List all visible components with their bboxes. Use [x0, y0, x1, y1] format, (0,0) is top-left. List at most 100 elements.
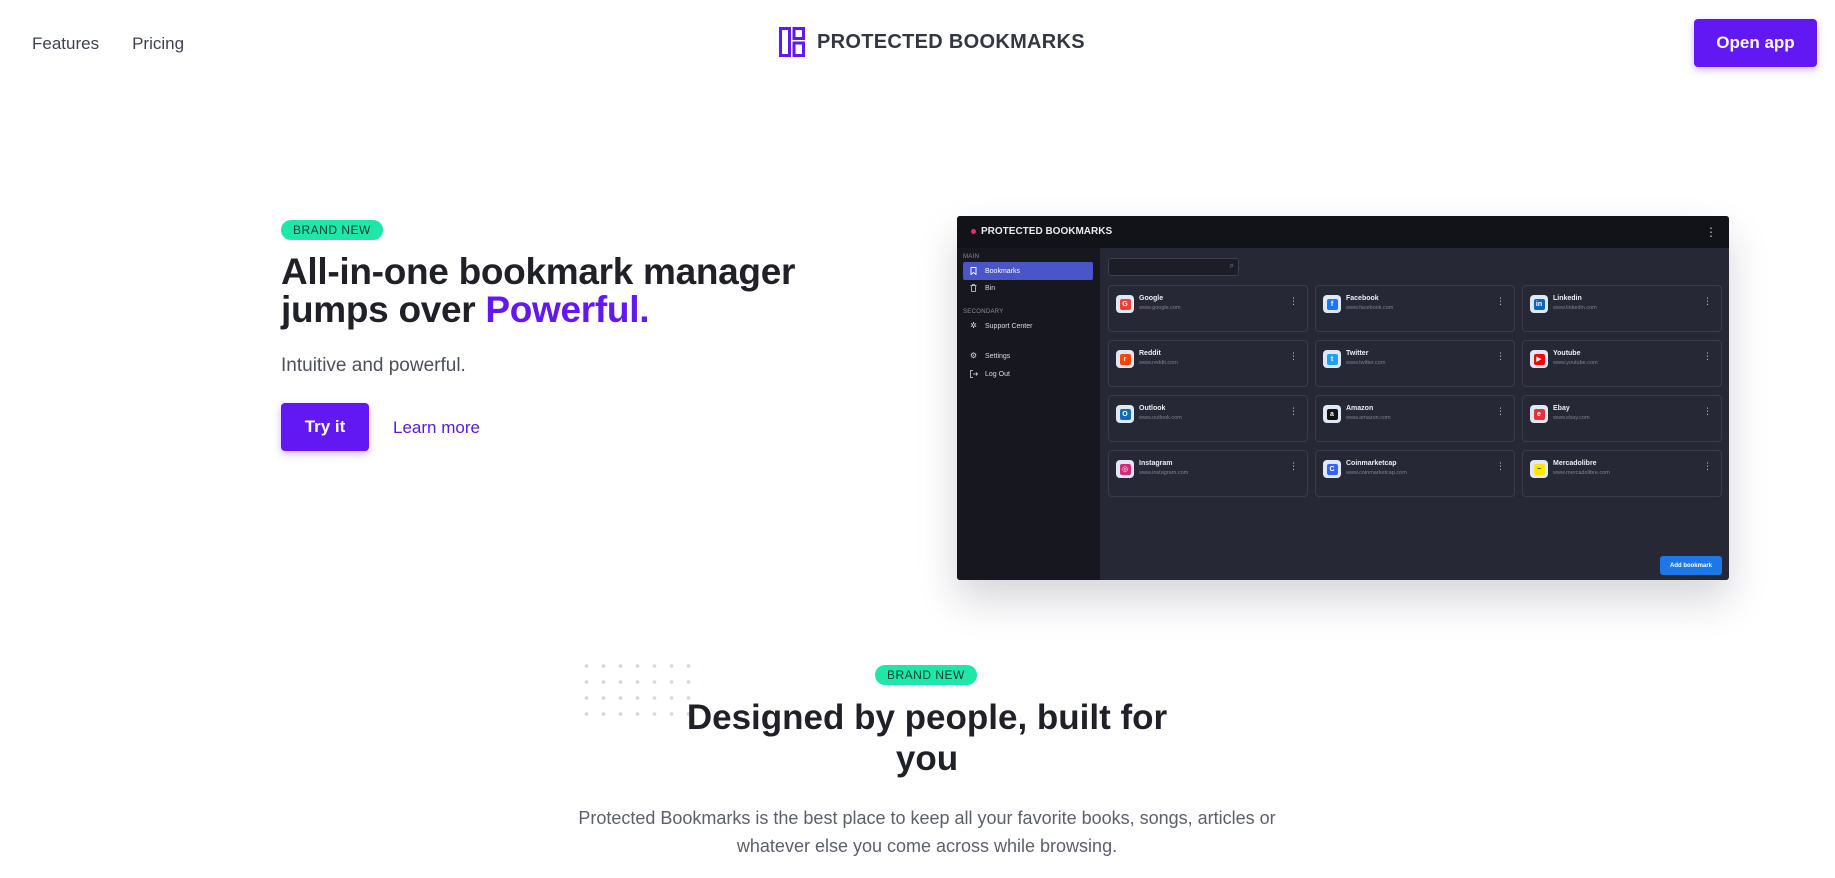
bookmark-name: Coinmarketcap — [1346, 460, 1397, 467]
preview-menu-kebab-icon: ⋮ — [1705, 225, 1717, 239]
bookmark-name: Amazon — [1346, 405, 1374, 412]
preview-sidebar: MAIN Bookmarks Bin SECONDARY ✲ Support C… — [957, 248, 1100, 580]
bookmark-url: www.amazon.com — [1346, 415, 1391, 421]
bookmark-logo-icon: ◎ — [1116, 460, 1134, 478]
bookmark-name: Mercadolibre — [1553, 460, 1597, 467]
more-options-icon: ⋮ — [1703, 406, 1712, 416]
preview-brand: PROTECTED BOOKMARKS — [971, 226, 1112, 237]
bookmark-logo-icon: in — [1530, 295, 1548, 313]
more-options-icon: ⋮ — [1496, 461, 1505, 471]
preview-add-bookmark-button: Add bookmark — [1660, 556, 1722, 575]
brand-logo[interactable]: PROTECTED BOOKMARKS — [779, 27, 1085, 57]
bookmark-url: www.ebay.com — [1553, 415, 1590, 421]
preview-bookmark-card: G Google www.google.com ⋮ — [1108, 285, 1308, 332]
hero-title: All-in-one bookmark manager jumps over P… — [281, 253, 795, 329]
more-options-icon: ⋮ — [1703, 296, 1712, 306]
bookmark-url: www.twitter.com — [1346, 360, 1386, 366]
preview-bookmark-card: in Linkedin www.linkedin.com ⋮ — [1522, 285, 1722, 332]
more-options-icon: ⋮ — [1703, 461, 1712, 471]
preview-sidebar-item-bin: Bin — [963, 279, 1093, 297]
preview-sidebar-secondary-label: SECONDARY — [963, 309, 1004, 315]
bookmark-url: www.youtube.com — [1553, 360, 1598, 366]
bookmark-logo-glyph: ~ — [1533, 463, 1545, 475]
bookmark-logo-icon: C — [1323, 460, 1341, 478]
bookmark-logo-icon: O — [1116, 405, 1134, 423]
hero-title-line1: All-in-one bookmark manager — [281, 251, 796, 292]
bookmark-logo-glyph: t — [1326, 353, 1338, 365]
bookmark-name: Instagram — [1139, 460, 1173, 467]
more-options-icon: ⋮ — [1289, 351, 1298, 361]
preview-bookmark-card: t Twitter www.twitter.com ⋮ — [1315, 340, 1515, 387]
more-options-icon: ⋮ — [1703, 351, 1712, 361]
bookmark-logo-icon: a — [1323, 405, 1341, 423]
bookmark-name: Twitter — [1346, 350, 1369, 357]
preview-search-input: ⌕ — [1108, 258, 1239, 276]
hero-title-accent: Powerful. — [485, 289, 650, 330]
preview-sidebar-label: Bookmarks — [985, 267, 1021, 275]
more-options-icon: ⋮ — [1289, 296, 1298, 306]
section-description: Protected Bookmarks is the best place to… — [578, 808, 1276, 856]
nav-link-pricing[interactable]: Pricing — [132, 34, 184, 54]
preview-sidebar-label: Bin — [985, 284, 996, 292]
bookmark-logo-glyph: ◎ — [1119, 463, 1131, 475]
bookmark-logo-icon: ▶ — [1530, 350, 1548, 368]
bookmark-logo-glyph: in — [1533, 298, 1545, 310]
bookmark-logo-icon: G — [1116, 295, 1134, 313]
support-icon: ✲ — [970, 321, 977, 330]
nav-link-features[interactable]: Features — [32, 34, 99, 54]
bookmark-logo-glyph: O — [1119, 408, 1131, 420]
preview-sidebar-item-settings: ⚙ Settings — [963, 347, 1093, 365]
bookmark-name: Facebook — [1346, 295, 1379, 302]
bookmark-logo-icon: e — [1530, 405, 1548, 423]
bookmark-logo-glyph: r — [1119, 353, 1131, 365]
preview-sidebar-item-support: ✲ Support Center — [963, 317, 1093, 335]
section-title: Designed by people, built for you — [686, 698, 1168, 778]
preview-bookmark-card: r Reddit www.reddit.com ⋮ — [1108, 340, 1308, 387]
preview-sidebar-label: Settings — [985, 352, 1011, 360]
bookmark-url: www.outlook.com — [1139, 415, 1182, 421]
preview-brand-name: PROTECTED BOOKMARKS — [981, 226, 1113, 237]
bookmark-logo-icon: f — [1323, 295, 1341, 313]
open-app-button[interactable]: Open app — [1694, 19, 1817, 67]
brand-name: PROTECTED BOOKMARKS — [817, 30, 1085, 53]
bookmark-url: www.google.com — [1139, 305, 1181, 311]
preview-brand-dot-icon — [971, 229, 976, 234]
bookmark-logo-icon: ~ — [1530, 460, 1548, 478]
app-preview: PROTECTED BOOKMARKS ⋮ MAIN Bookmarks Bin… — [957, 216, 1729, 580]
try-it-button[interactable]: Try it — [281, 403, 369, 451]
bookmark-name: Outlook — [1139, 405, 1166, 412]
grid-logo-icon — [779, 27, 805, 57]
bookmark-name: Google — [1139, 295, 1164, 302]
search-icon: ⌕ — [1229, 261, 1234, 270]
preview-bookmark-card: ◎ Instagram www.instagram.com ⋮ — [1108, 450, 1308, 497]
hero-title-prefix: jumps over — [281, 289, 486, 330]
preview-bookmark-grid: G Google www.google.com ⋮ f Facebook www.faceb… — [1108, 285, 1722, 497]
bookmark-name: Linkedin — [1553, 295, 1582, 302]
preview-bookmark-card: C Coinmarketcap www.coinmarketcap.com ⋮ — [1315, 450, 1515, 497]
more-options-icon: ⋮ — [1496, 296, 1505, 306]
preview-sidebar-label: Support Center — [985, 322, 1033, 330]
more-options-icon: ⋮ — [1289, 461, 1298, 471]
more-options-icon: ⋮ — [1496, 406, 1505, 416]
bookmark-icon — [969, 267, 978, 276]
bookmark-url: www.linkedin.com — [1553, 305, 1597, 311]
bookmark-url: www.reddit.com — [1139, 360, 1178, 366]
bookmark-logo-icon: t — [1323, 350, 1341, 368]
preview-bookmark-card: ~ Mercadolibre www.mercadolibre.com ⋮ — [1522, 450, 1722, 497]
bookmark-name: Reddit — [1139, 350, 1161, 357]
learn-more-link[interactable]: Learn more — [393, 418, 480, 438]
gear-icon: ⚙ — [969, 351, 978, 360]
bookmark-logo-icon: r — [1116, 350, 1134, 368]
preview-bookmark-card: f Facebook www.facebook.com ⋮ — [1315, 285, 1515, 332]
bookmark-name: Youtube — [1553, 350, 1581, 357]
preview-bookmark-card: e Ebay www.ebay.com ⋮ — [1522, 395, 1722, 442]
bookmark-name: Ebay — [1553, 405, 1570, 412]
preview-sidebar-label: Log Out — [985, 370, 1010, 378]
bookmark-url: www.mercadolibre.com — [1553, 470, 1610, 476]
bookmark-url: www.instagram.com — [1139, 470, 1189, 476]
preview-bookmark-card: O Outlook www.outlook.com ⋮ — [1108, 395, 1308, 442]
more-options-icon: ⋮ — [1496, 351, 1505, 361]
bookmark-url: www.coinmarketcap.com — [1346, 470, 1407, 476]
bookmark-logo-glyph: e — [1533, 408, 1545, 420]
trash-icon — [969, 284, 978, 293]
